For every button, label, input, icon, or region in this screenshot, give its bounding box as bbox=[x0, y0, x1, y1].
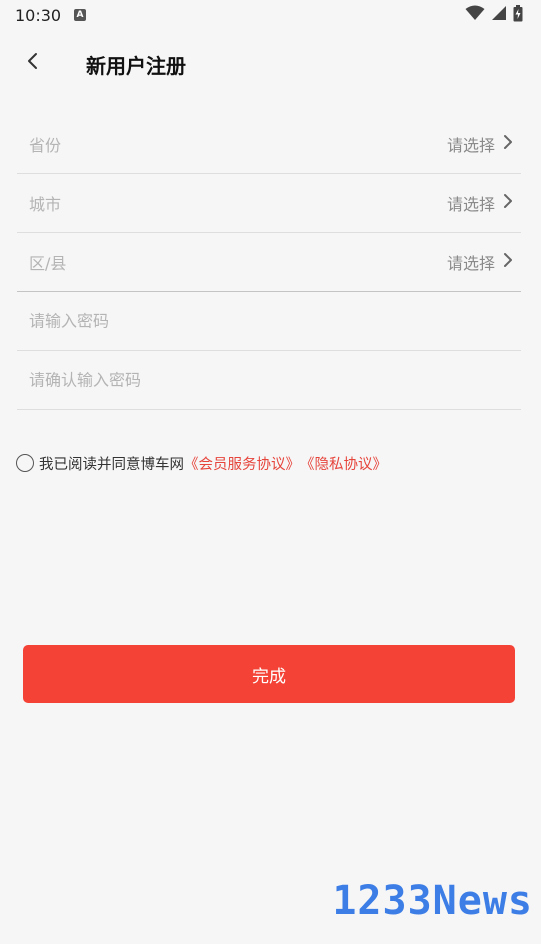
province-label: 省份 bbox=[29, 136, 62, 155]
back-button[interactable] bbox=[18, 48, 48, 78]
province-select-text: 请选择 bbox=[446, 136, 495, 155]
district-select-text: 请选择 bbox=[446, 254, 495, 273]
chevron-left-icon bbox=[26, 52, 40, 74]
a-icon: A bbox=[74, 9, 86, 21]
district-row[interactable]: 区/县 请选择 bbox=[17, 233, 521, 292]
submit-button[interactable]: 完成 bbox=[23, 645, 515, 703]
status-bar: 10:30 A bbox=[0, 0, 541, 32]
agree-checkbox[interactable] bbox=[16, 454, 34, 472]
agreement: 我已阅读并同意博车网 《会员服务协议》 《隐私协议》 bbox=[16, 452, 387, 474]
city-label: 城市 bbox=[29, 195, 62, 214]
watermark: 1233News bbox=[332, 878, 533, 924]
chevron-right-icon bbox=[503, 252, 513, 272]
registration-form: 省份 请选择 城市 请选择 区/县 请选择 bbox=[17, 115, 521, 410]
province-row[interactable]: 省份 请选择 bbox=[17, 115, 521, 174]
password-input[interactable] bbox=[29, 311, 469, 331]
page-title: 新用户注册 bbox=[86, 54, 186, 78]
province-select[interactable]: 请选择 bbox=[447, 132, 513, 156]
signal-icon bbox=[491, 5, 507, 25]
member-agreement-link[interactable]: 《会员服务协议》 bbox=[184, 453, 300, 474]
wifi-icon bbox=[465, 5, 485, 25]
chevron-right-icon bbox=[503, 193, 513, 213]
agreement-text: 我已阅读并同意博车网 bbox=[39, 456, 184, 473]
district-select[interactable]: 请选择 bbox=[447, 250, 513, 274]
city-select-text: 请选择 bbox=[446, 195, 495, 214]
header: 新用户注册 bbox=[0, 38, 541, 90]
district-label: 区/县 bbox=[29, 254, 67, 273]
privacy-agreement-link[interactable]: 《隐私协议》 bbox=[300, 453, 387, 474]
password-row bbox=[17, 292, 521, 351]
confirm-password-input[interactable] bbox=[29, 370, 469, 390]
battery-icon bbox=[513, 4, 523, 26]
chevron-right-icon bbox=[503, 134, 513, 154]
status-time: 10:30 bbox=[15, 6, 62, 25]
city-row[interactable]: 城市 请选择 bbox=[17, 174, 521, 233]
confirm-password-row bbox=[17, 351, 521, 410]
city-select[interactable]: 请选择 bbox=[447, 191, 513, 215]
status-icons bbox=[465, 4, 523, 26]
